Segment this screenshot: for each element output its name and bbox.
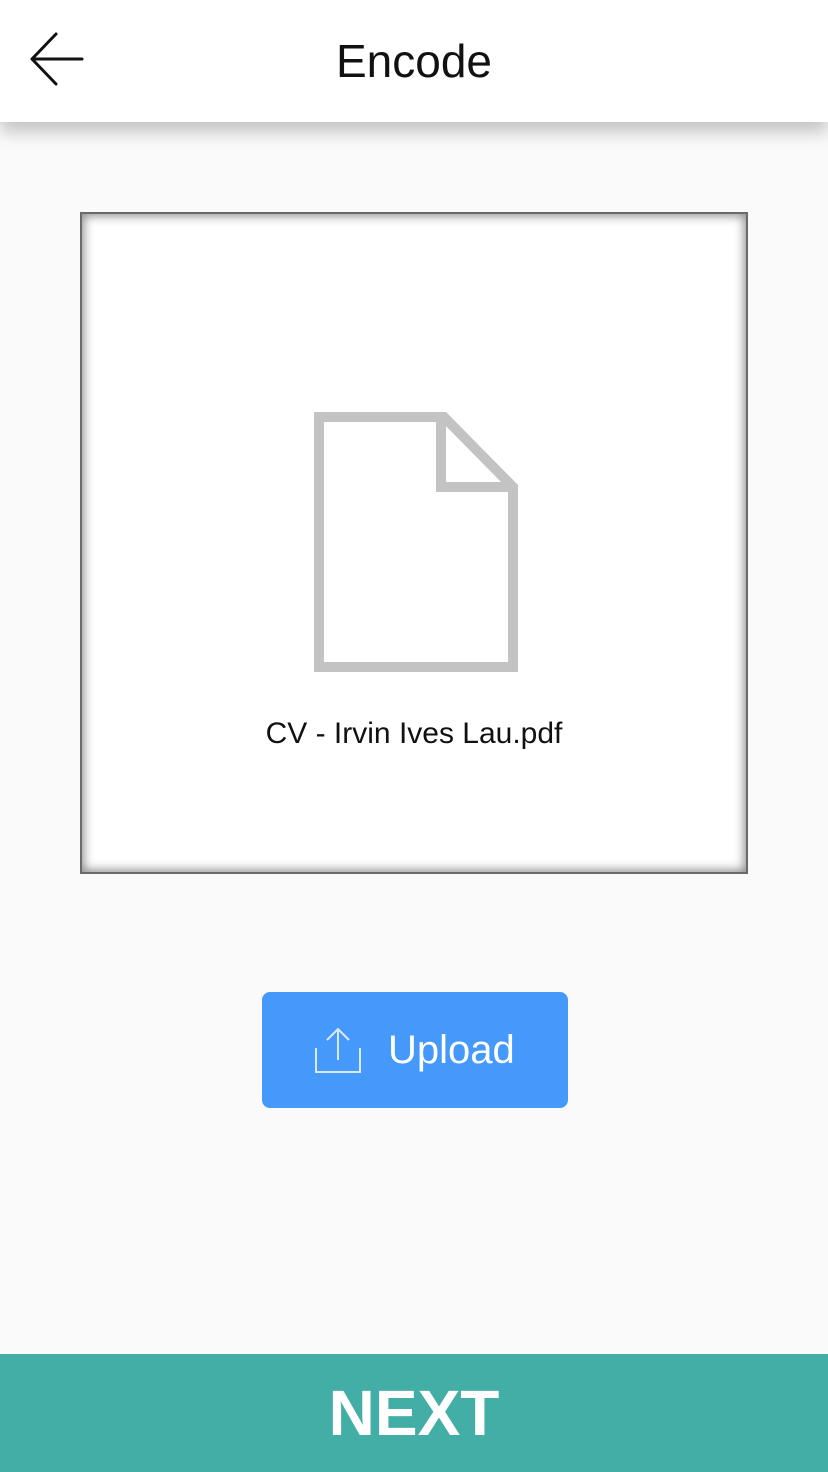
document-icon (314, 412, 518, 672)
page-title: Encode (335, 35, 492, 87)
upload-icon (315, 1027, 361, 1073)
next-label: NEXT (328, 1377, 500, 1449)
file-name: CV - Irvin Ives Lau.pdf (265, 717, 563, 750)
upload-label: Upload (388, 1028, 515, 1072)
app-header: Encode (0, 0, 828, 122)
next-button[interactable]: NEXT (0, 1354, 828, 1472)
upload-button[interactable]: Upload (262, 992, 568, 1108)
file-preview: CV - Irvin Ives Lau.pdf (80, 212, 748, 874)
